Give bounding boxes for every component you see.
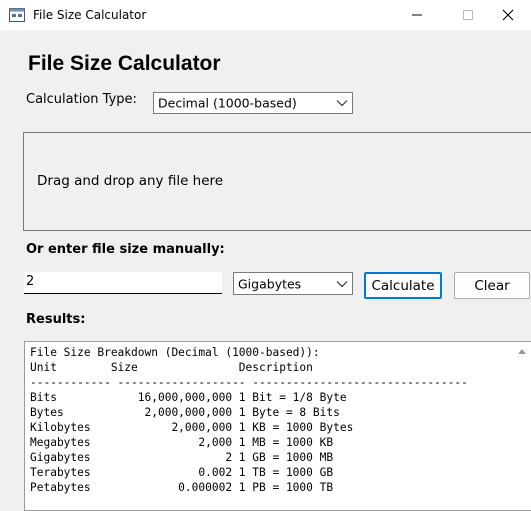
unit-value: Gigabytes [238, 276, 302, 291]
results-label: Results: [26, 312, 86, 327]
calculate-button[interactable]: Calculate [364, 272, 442, 299]
maximize-icon [463, 10, 473, 20]
page-title: File Size Calculator [28, 52, 221, 75]
clear-button[interactable]: Clear [454, 272, 530, 299]
title-bar: File Size Calculator [0, 0, 531, 30]
size-input[interactable]: 2 [24, 272, 222, 294]
minimize-icon [412, 14, 422, 16]
unit-dropdown[interactable]: Gigabytes [233, 272, 353, 295]
manual-entry-label: Or enter file size manually: [26, 242, 225, 257]
calc-type-value: Decimal (1000-based) [158, 95, 297, 111]
file-drop-zone[interactable]: Drag and drop any file here [23, 132, 531, 231]
app-icon [9, 8, 25, 22]
close-icon [502, 9, 513, 21]
scroll-up-arrow-icon[interactable] [517, 347, 527, 355]
calc-type-label: Calculation Type: [26, 92, 137, 107]
close-button[interactable] [484, 0, 531, 30]
results-text: File Size Breakdown (Decimal (1000-based… [30, 346, 468, 494]
chevron-down-icon [336, 100, 348, 107]
drop-zone-text: Drag and drop any file here [37, 173, 224, 189]
size-input-value: 2 [26, 274, 35, 289]
calc-type-dropdown[interactable]: Decimal (1000-based) [153, 92, 353, 114]
minimize-button[interactable] [394, 0, 440, 30]
chevron-down-icon [336, 280, 348, 287]
window-title: File Size Calculator [33, 8, 147, 22]
results-textbox[interactable]: File Size Breakdown (Decimal (1000-based… [24, 341, 531, 511]
